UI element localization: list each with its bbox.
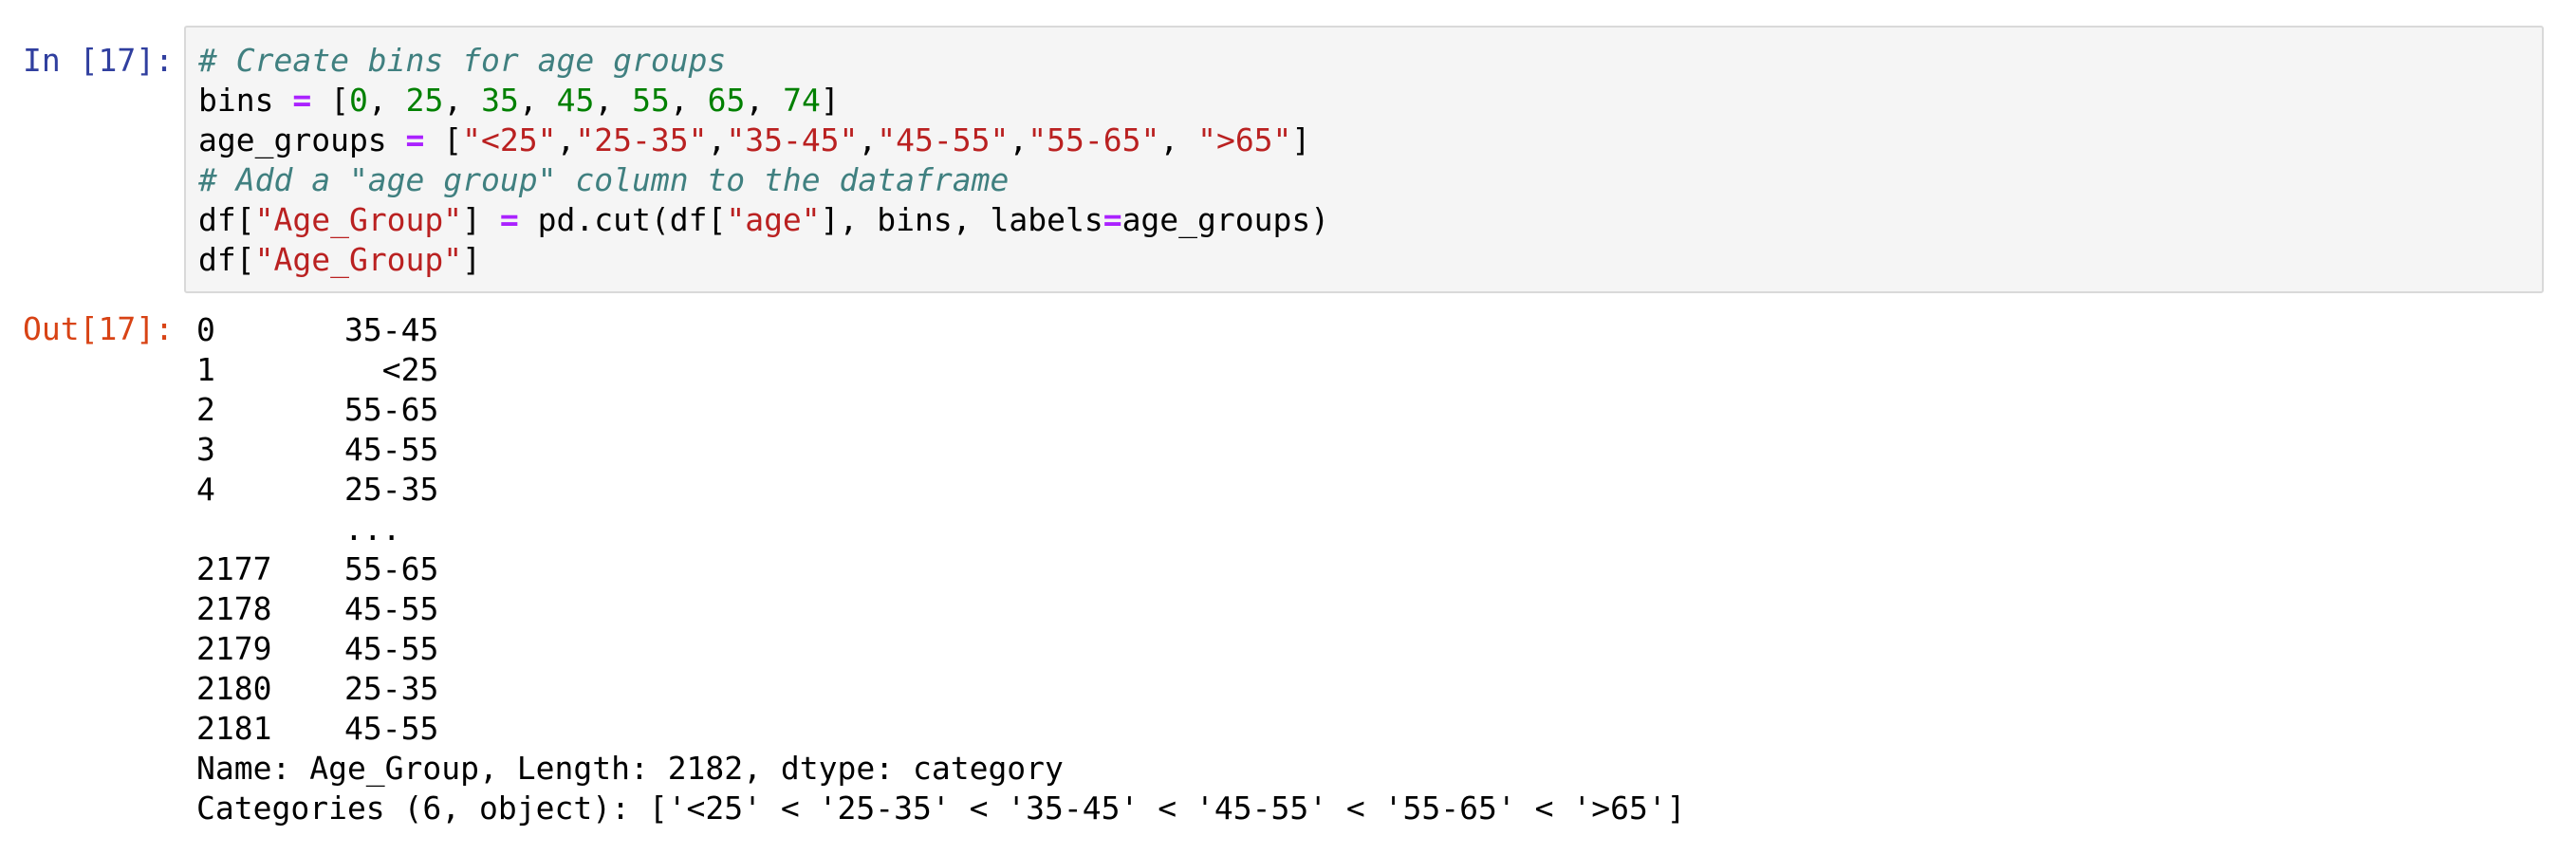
code-token: ]: [462, 201, 500, 238]
code-token: ">65": [1197, 121, 1292, 158]
series-value: 55-65: [344, 391, 439, 428]
series-index: 2181: [196, 710, 272, 747]
series-value: ...: [344, 511, 401, 548]
code-token: =: [292, 82, 312, 119]
series-row: 1 <25: [196, 350, 1686, 390]
code-token: df[: [198, 241, 255, 278]
series-index: 1: [196, 351, 215, 388]
series-row: 3 45-55: [196, 430, 1686, 470]
code-token: pd.cut(df[: [518, 201, 727, 238]
code-token: age_groups): [1121, 201, 1330, 238]
code-token: ,: [1159, 121, 1198, 158]
code-token: "45-55": [877, 121, 1010, 158]
series-row: 2178 45-55: [196, 589, 1686, 629]
code-token: ,: [1009, 121, 1029, 158]
code-token: ,: [707, 121, 727, 158]
output-footer-categories: Categories (6, object): ['<25' < '25-35'…: [196, 790, 1686, 827]
series-value: 25-35: [344, 471, 439, 508]
code-token: ,: [858, 121, 878, 158]
series-row: 0 35-45: [196, 310, 1686, 350]
series-row: 2177 55-65: [196, 549, 1686, 589]
series-value: 35-45: [344, 311, 439, 348]
output-prompt: Out[17]:: [23, 310, 174, 347]
series-value: 45-55: [344, 590, 439, 627]
code-token: 55: [632, 82, 670, 119]
code-token: ,: [367, 82, 406, 119]
code-token: ]: [462, 241, 482, 278]
code-token: "<25": [462, 121, 557, 158]
code-line: # Add a "age group" column to the datafr…: [198, 160, 1329, 200]
series-index: 2177: [196, 550, 272, 587]
series-value: 45-55: [344, 710, 439, 747]
series-row: ...: [196, 510, 1686, 549]
code-token: "35-45": [726, 121, 859, 158]
code-token: =: [499, 201, 519, 238]
code-token: age_groups: [198, 121, 406, 158]
code-token: # Add a "age group" column to the datafr…: [198, 161, 1010, 198]
series-row: 4 25-35: [196, 470, 1686, 510]
code-token: ]: [820, 82, 840, 119]
code-line: # Create bins for age groups: [198, 41, 1329, 81]
code-token: ,: [518, 82, 557, 119]
code-editor[interactable]: # Create bins for age groups bins = [0, 2…: [184, 26, 2544, 293]
code-token: "Age_Group": [254, 241, 463, 278]
code-token: ,: [594, 82, 633, 119]
input-prompt: In [17]:: [23, 42, 174, 79]
code-token: 65: [707, 82, 746, 119]
code-token: 35: [481, 82, 519, 119]
code-token: 25: [405, 82, 444, 119]
series-value: 45-55: [344, 431, 439, 468]
code-text[interactable]: # Create bins for age groups bins = [0, 2…: [198, 41, 1329, 280]
code-token: ,: [669, 82, 708, 119]
series-value: 45-55: [344, 630, 439, 667]
series-index: 2: [196, 391, 215, 428]
code-token: "age": [726, 201, 821, 238]
series-index: 2179: [196, 630, 272, 667]
series-value: <25: [344, 351, 439, 388]
code-token: 74: [783, 82, 821, 119]
code-token: ,: [556, 121, 576, 158]
code-token: 0: [348, 82, 368, 119]
code-token: # Create bins for age groups: [198, 42, 727, 79]
output-footer-name: Name: Age_Group, Length: 2182, dtype: ca…: [196, 750, 1064, 787]
code-token: =: [405, 121, 425, 158]
code-line: bins = [0, 25, 35, 45, 55, 65, 74]: [198, 81, 1329, 121]
series-index: 4: [196, 471, 215, 508]
code-token: [: [311, 82, 349, 119]
code-token: bins: [198, 82, 293, 119]
code-token: [: [424, 121, 463, 158]
series-index: 2178: [196, 590, 272, 627]
series-index: 3: [196, 431, 215, 468]
code-token: =: [1103, 201, 1122, 238]
code-line: df["Age_Group"] = pd.cut(df["age"], bins…: [198, 200, 1329, 240]
code-token: "Age_Group": [254, 201, 463, 238]
series-row: 2180 25-35: [196, 669, 1686, 709]
series-value: 25-35: [344, 670, 439, 707]
code-token: ], bins, labels: [820, 201, 1103, 238]
series-index: 2180: [196, 670, 272, 707]
code-token: ,: [443, 82, 482, 119]
code-token: ,: [745, 82, 784, 119]
series-row: 2 55-65: [196, 390, 1686, 430]
code-line: df["Age_Group"]: [198, 240, 1329, 280]
code-token: ]: [1291, 121, 1311, 158]
code-line: age_groups = ["<25","25-35","35-45","45-…: [198, 121, 1329, 160]
code-token: 45: [556, 82, 595, 119]
code-token: "55-65": [1028, 121, 1160, 158]
series-row: 2179 45-55: [196, 629, 1686, 669]
code-token: df[: [198, 201, 255, 238]
output-text: 0 35-45 1 <25 2 55-65 3 45-55 4 25-35... 2177 55-6…: [196, 310, 1686, 828]
series-value: 55-65: [344, 550, 439, 587]
series-row: 2181 45-55: [196, 709, 1686, 749]
code-token: "25-35": [575, 121, 708, 158]
series-index: 0: [196, 311, 215, 348]
